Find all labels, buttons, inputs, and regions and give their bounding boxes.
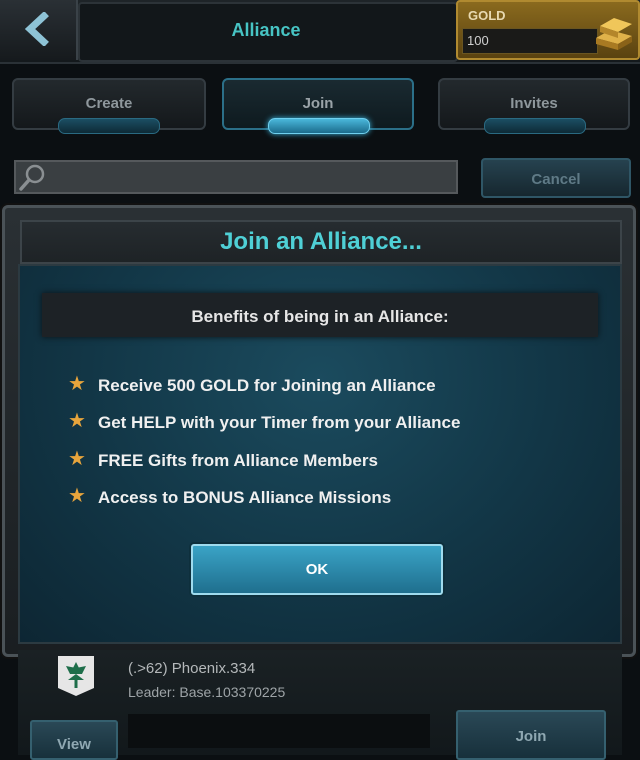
gold-bars-icon — [596, 18, 632, 50]
alliance-info-bar — [128, 714, 430, 748]
tab-invites-label: Invites — [510, 95, 558, 112]
search-input[interactable] — [14, 160, 458, 194]
gold-value: 100 — [467, 33, 489, 48]
tab-create-indicator — [58, 118, 160, 134]
tab-join-label: Join — [302, 95, 334, 112]
star-icon: ★ — [68, 373, 86, 395]
alliance-emblem-icon — [58, 656, 94, 696]
alliance-name: (.>62) Phoenix.334 — [128, 660, 256, 677]
tab-invites-indicator — [484, 118, 586, 134]
benefits-heading: Benefits of being in an Alliance: — [191, 307, 449, 326]
benefit-item: Get HELP with your Timer from your Allia… — [98, 413, 461, 432]
search-icon — [19, 164, 45, 191]
dialog-title: Join an Alliance... — [220, 228, 422, 255]
benefit-item: Access to BONUS Alliance Missions — [98, 488, 392, 507]
join-button-label: Join — [515, 728, 547, 745]
star-icon: ★ — [68, 410, 86, 432]
star-icon: ★ — [68, 485, 86, 507]
ok-button-label: OK — [305, 561, 329, 578]
alliance-leader: Leader: Base.103370225 — [128, 684, 286, 700]
tab-join-indicator — [268, 118, 370, 134]
cancel-button-label: Cancel — [531, 171, 581, 188]
tab-create-label: Create — [85, 95, 133, 112]
chevron-left-icon — [24, 12, 49, 46]
view-button-label: View — [57, 736, 91, 753]
page-title: Alliance — [231, 20, 301, 40]
benefit-item: Receive 500 GOLD for Joining an Alliance — [98, 376, 436, 395]
star-icon: ★ — [68, 448, 86, 470]
benefit-item: FREE Gifts from Alliance Members — [98, 451, 378, 470]
gold-label: GOLD — [468, 8, 506, 23]
